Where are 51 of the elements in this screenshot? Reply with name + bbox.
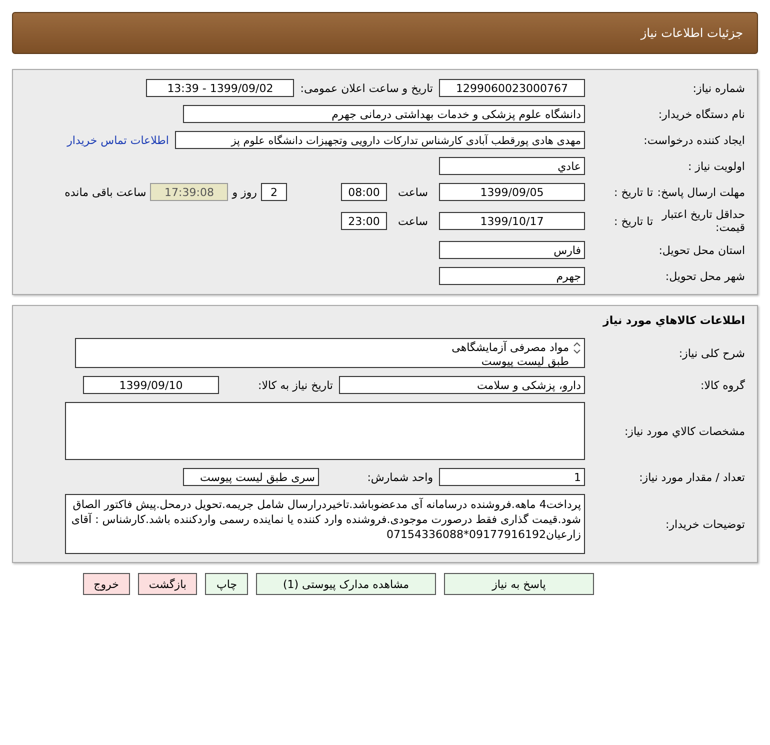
city-field: جهرم (439, 267, 585, 285)
field-label: واحد شمارش: (366, 470, 434, 484)
buyer-contact-link[interactable]: اطلاعات تماس خریدار (67, 134, 169, 146)
action-button[interactable]: مشاهده مدارک پیوستی (1) (256, 573, 436, 595)
field-label: گروه کالا: (700, 378, 745, 392)
field-label: مهلت ارسال پاسخ: (656, 186, 745, 198)
field-label: تعداد / مقدار مورد نیاز: (638, 470, 745, 484)
field-label: تا تاریخ : (613, 214, 653, 228)
field-label: شماره نیاز: (692, 82, 745, 94)
field-label: نام دستگاه خریدار: (657, 108, 745, 120)
buyer-notes-field: پرداخت4 ماهه.فروشنده درسامانه آی مدعضوباشد.تاخیردرارسال شامل جریمه.تحویل درمحل.پیش فاکتور الصاق شود.قیمت گذاری فقط درصورت موجودی.فروشنده وارد کننده یا نماینده رسمی واردکننده باشد.کارشناس : آقای زارعیان09177916192*07154336088 (65, 494, 585, 554)
field-label: توضیحات خریدار: (664, 518, 745, 530)
field-label: مشخصات کالاي مورد نیاز: (623, 424, 745, 438)
action-button[interactable]: بازگشت (138, 573, 198, 595)
need-number-field: 1299060023000767 (439, 79, 585, 97)
goods-group-field: دارو، پزشکی و سلامت (339, 376, 585, 394)
province-field: فارس (439, 241, 585, 259)
announce-date-field: 1399/09/02 - 13:39 (146, 79, 294, 97)
days-field: 2 (261, 183, 287, 201)
field-label: ایجاد کننده درخواست: (642, 134, 745, 146)
deadline-time-field: 08:00 (341, 183, 387, 201)
description-line: مواد مصرفی آزمایشگاهی (452, 341, 569, 355)
field-label: تاریخ نیاز به کالا: (257, 378, 334, 392)
remaining-time-field: 17:39:08 (150, 183, 228, 201)
validity-time-field: 23:00 (341, 212, 387, 230)
validity-date-field: 1399/10/17 (439, 212, 585, 230)
field-label: اولویت نیاز : (686, 160, 745, 172)
priority-field: عادي (439, 157, 585, 175)
unit-field: سری طبق لیست پیوست (183, 468, 319, 486)
action-button[interactable]: پاسخ به نیاز (444, 573, 594, 595)
field-label: ساعت (397, 214, 429, 228)
field-label: ساعت (397, 186, 429, 198)
deadline-date-field: 1399/09/05 (439, 183, 585, 201)
field-label: تاریخ و ساعت اعلان عمومی: (299, 82, 434, 94)
need-date-field: 1399/09/10 (83, 376, 219, 394)
field-label: استان محل تحویل: (658, 244, 745, 256)
page-title: جزئیات اطلاعات نیاز (640, 26, 743, 40)
requester-field: مهدی هادی پورقطب آبادی کارشناس تدارکات دارویی وتجهیزات دانشگاه علوم پز (175, 131, 585, 149)
description-line: طبق لیست پیوست (480, 355, 569, 369)
action-button[interactable]: خروج (82, 573, 130, 595)
section-title: اطلاعات کالاهاي مورد نیاز (602, 314, 745, 329)
field-label: شرح کلی نیاز: (678, 346, 745, 360)
field-label: ساعت باقی مانده (64, 186, 148, 198)
field-label: تا تاریخ : (613, 186, 653, 198)
field-label: شهر محل تحویل: (664, 270, 745, 282)
quantity-field: 1 (439, 468, 585, 486)
field-label: روز و (230, 186, 258, 198)
action-button[interactable]: چاپ (205, 573, 248, 595)
field-label: حداقل تاریخ اعتبار قیمت: (660, 208, 745, 234)
resize-icon (573, 342, 581, 354)
buyer-org-field: دانشگاه علوم پزشکی و خدمات بهداشتی درمانی جهرم (183, 105, 585, 123)
